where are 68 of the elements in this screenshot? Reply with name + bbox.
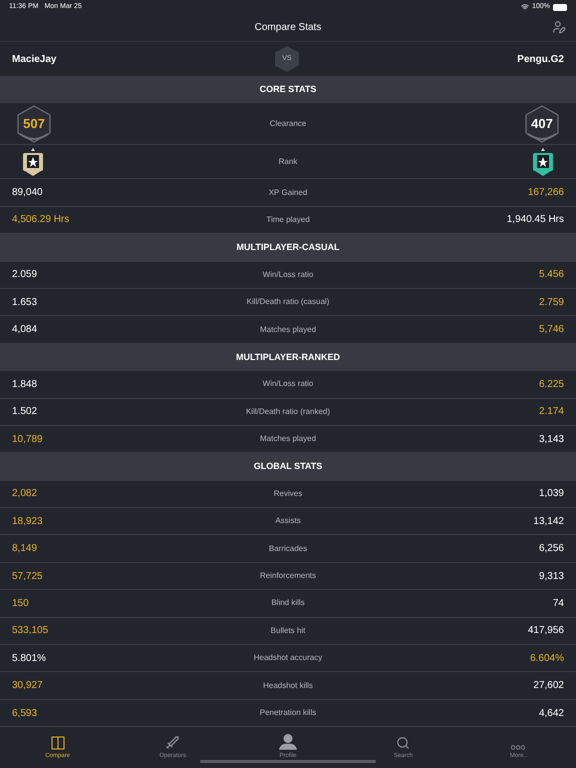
stat-label: XP Gained [268,186,308,199]
stat-label: Win/Loss ratio [262,268,314,281]
stat-value: 2,082 [12,487,38,502]
ab-compare-icon [50,736,65,750]
page-title: Compare Stats [254,21,322,35]
stat-value: 1.653 [12,296,38,310]
stat-label: Barricades [268,542,308,555]
stat-value: 6.225 [538,378,564,392]
player-name: MacieJay [12,52,56,66]
stat-value: 8,149 [12,542,38,556]
stat-value: 1,940.45 Hrs [506,213,564,228]
stat-value: 30,927 [12,679,44,694]
stat-value: 27,602 [532,679,564,694]
stat-value: 1.848 [12,378,38,392]
stat-value: 417,956 [526,624,564,638]
stat-value: 2.174 [538,405,564,420]
stat-label: Time played [266,214,310,226]
profile-edit-button[interactable] [552,20,566,34]
stat-value: 74 [552,596,564,611]
stat-value: 6.604% [529,652,564,666]
stat-label: Rank [278,156,298,168]
stat-value: 13,142 [532,514,564,529]
stat-value: 4,506.29 Hrs [12,213,70,228]
stat-value: 1,039 [538,487,564,502]
stat-value: 57,725 [12,570,44,584]
stat-value: 2.759 [538,296,564,310]
stat-value: 9,313 [538,570,564,584]
stat-value: 5,746 [538,323,564,338]
stat-value: 4,642 [538,706,564,720]
stat-label: Bullets hit [270,624,306,637]
stat-label: Matches played [260,433,316,446]
stat-value: 5.456 [538,268,564,282]
stat-value: 533,105 [12,624,50,638]
stat-value: 150 [12,596,30,611]
stat-value: 10,789 [12,432,44,447]
stat-label: Reinforcements [260,570,316,582]
stat-value: 89,040 [12,186,44,200]
battery-icon [553,4,567,10]
profile-avatar-icon [279,733,297,750]
stat-value: 18,923 [12,514,44,529]
section-header: MULTIPLAYER-RANKED [0,344,576,372]
stat-value: 1.502 [12,405,38,420]
stat-label: Win/Loss ratio [262,378,314,390]
stat-value: 6,593 [12,706,38,720]
more-icon [511,745,526,750]
section-header: GLOBAL STATS [0,453,576,481]
stat-label: Revives [274,488,302,500]
stat-label: Blind kills [271,597,305,610]
sword-icon [165,735,180,750]
stat-label: Assists [275,515,301,528]
stat-label: Headshot kills [263,680,313,692]
stat-label: Headshot accuracy [254,652,322,664]
stat-value: 4,084 [12,323,38,338]
stat-label: Kill/Death ratio (casual) [246,296,330,308]
stat-value: 6,256 [538,542,564,556]
stat-value: 2.059 [12,268,38,282]
wifi-icon [521,3,530,11]
search-icon [396,736,410,750]
stat-value: 3,143 [538,432,564,447]
stat-label: Penetration kills [260,707,316,719]
stat-value: 167,266 [526,186,564,200]
stat-label: Matches played [260,324,316,336]
stat-label: Kill/Death ratio (ranked) [246,406,330,418]
section-header: MULTIPLAYER-CASUAL [0,234,576,262]
player-name: Pengu.G2 [517,52,564,66]
stat-value: 5.801% [12,652,47,666]
section-header: CORE STATS [0,76,576,104]
stat-label: Clearance [270,118,306,130]
